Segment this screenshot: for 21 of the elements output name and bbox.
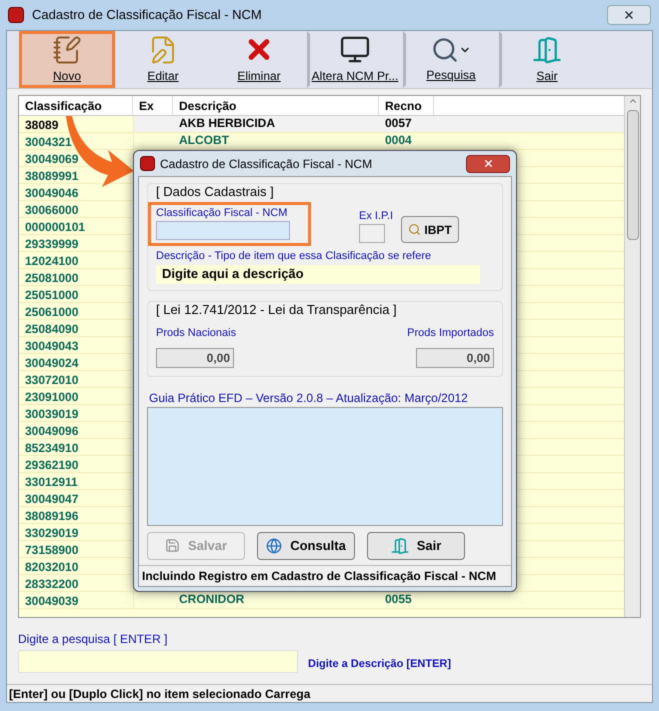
ncm-label: Classificação Fiscal - NCM: [156, 206, 288, 220]
table-cell: 38089: [19, 116, 133, 132]
status-text: [Enter] ou [Duplo Click] no item selecionado Carrega: [9, 686, 310, 702]
table-cell-text: CRONIDOR: [178, 592, 246, 608]
search-label: Digite a pesquisa [ ENTER ]: [18, 631, 168, 648]
table-cell-text: 0055: [384, 592, 413, 608]
description-label: Descrição - Tipo de item que essa Clasificação se refere: [156, 249, 432, 264]
group-title: [ Dados Cadastrais ]: [156, 183, 275, 201]
dialog-title: Cadastro de Classificação Fiscal - NCM: [160, 156, 372, 172]
guide-label: Guia Prático EFD – Versão 2.0.8 – Atualização: Março/2012: [149, 390, 469, 406]
table-cell-text: 0004: [384, 133, 413, 149]
national-label: Prods Nacionais: [156, 326, 236, 341]
group-title: [ Lei 12.741/2012 - Lei da Transparência ]: [156, 300, 398, 319]
window-title: Cadastro de Classificação Fiscal - NCM: [32, 6, 262, 24]
imported-label: Prods Importados: [407, 326, 494, 341]
table-cell-text: AKB HERBICIDA: [178, 116, 276, 132]
table-cell-text: 0057: [384, 116, 413, 132]
dialog-status: Incluindo Registro em Cadastro de Classificação Fiscal - NCM: [142, 568, 496, 585]
table-cell-text: ALCOBT: [178, 133, 230, 149]
ex-ipi-label: Ex I.P.I: [359, 208, 394, 224]
search-hint: Digite a Descrição [ENTER]: [308, 657, 452, 672]
